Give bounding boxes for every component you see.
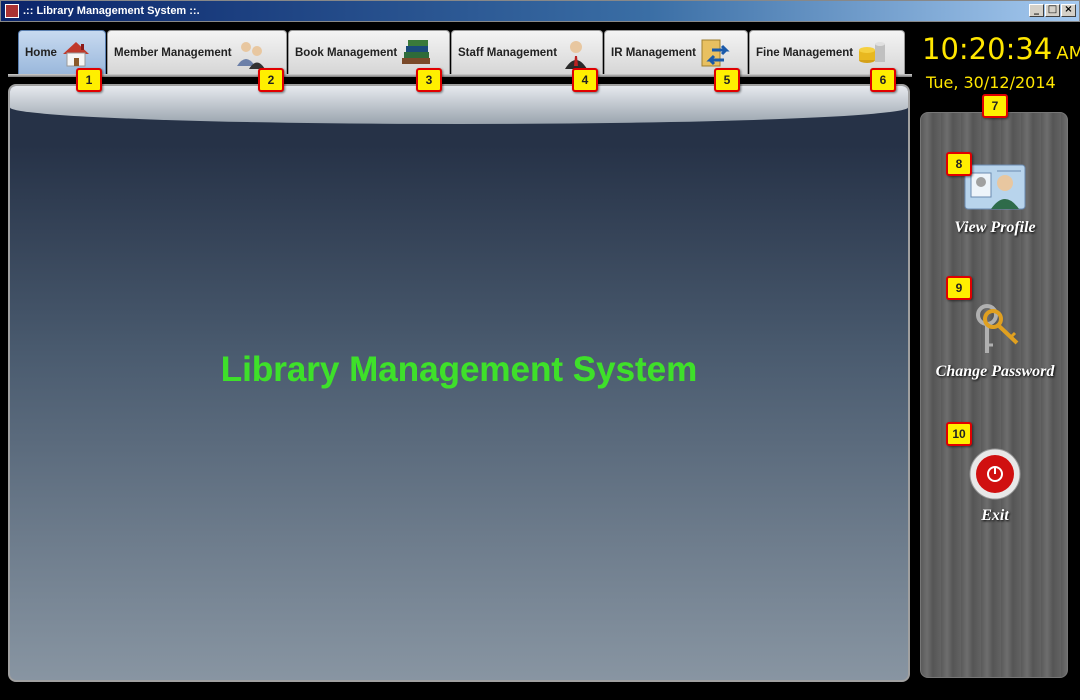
- app-icon: [5, 4, 19, 18]
- maximize-button[interactable]: □: [1045, 4, 1060, 17]
- tab-bar: Home Member Management Book Management S…: [18, 30, 906, 74]
- profile-icon: [964, 164, 1026, 210]
- marker-3: 3: [416, 68, 442, 92]
- power-icon: [969, 448, 1021, 500]
- page-title: Library Management System: [10, 350, 908, 390]
- marker-9: 9: [946, 276, 972, 300]
- app-frame: Home Member Management Book Management S…: [0, 22, 1080, 700]
- home-icon: [59, 36, 93, 70]
- tab-divider: [8, 74, 912, 77]
- exit-button[interactable]: Exit: [921, 447, 1069, 525]
- clock-time-value: 10:20:34: [922, 32, 1053, 66]
- clock-time: 10:20:34 AM: [922, 32, 1080, 66]
- window-title: .:: Library Management System ::.: [23, 5, 200, 17]
- clock-date: Tue, 30/12/2014: [926, 73, 1056, 92]
- tab-label: Member Management: [114, 46, 232, 59]
- marker-6: 6: [870, 68, 896, 92]
- view-profile-label: View Profile: [954, 219, 1036, 236]
- tab-label: Staff Management: [458, 46, 558, 59]
- marker-1: 1: [76, 68, 102, 92]
- staff-icon: [559, 36, 593, 70]
- tab-label: IR Management: [611, 46, 696, 59]
- marker-5: 5: [714, 68, 740, 92]
- books-icon: [399, 36, 433, 70]
- panel-gloss: [10, 86, 908, 124]
- main-content-panel: Library Management System: [8, 84, 910, 682]
- side-panel: View Profile Change Password Exit: [920, 112, 1068, 678]
- tab-label: Home: [25, 46, 57, 59]
- change-password-label: Change Password: [935, 363, 1055, 380]
- marker-4: 4: [572, 68, 598, 92]
- window-titlebar: .:: Library Management System ::. _ □ ×: [0, 0, 1080, 22]
- marker-8: 8: [946, 152, 972, 176]
- marker-7: 7: [982, 94, 1008, 118]
- exit-label: Exit: [981, 507, 1009, 524]
- keys-icon: [976, 304, 1019, 353]
- minimize-button[interactable]: _: [1029, 4, 1044, 17]
- close-button[interactable]: ×: [1061, 4, 1076, 17]
- ir-icon: [698, 36, 732, 70]
- members-icon: [234, 36, 268, 70]
- fine-icon: [855, 36, 889, 70]
- change-password-button[interactable]: Change Password: [921, 301, 1069, 381]
- marker-2: 2: [258, 68, 284, 92]
- clock-ampm: AM: [1056, 43, 1080, 64]
- view-profile-button[interactable]: View Profile: [921, 163, 1069, 237]
- tab-label: Fine Management: [756, 46, 854, 59]
- marker-10: 10: [946, 422, 972, 446]
- tab-label: Book Management: [295, 46, 398, 59]
